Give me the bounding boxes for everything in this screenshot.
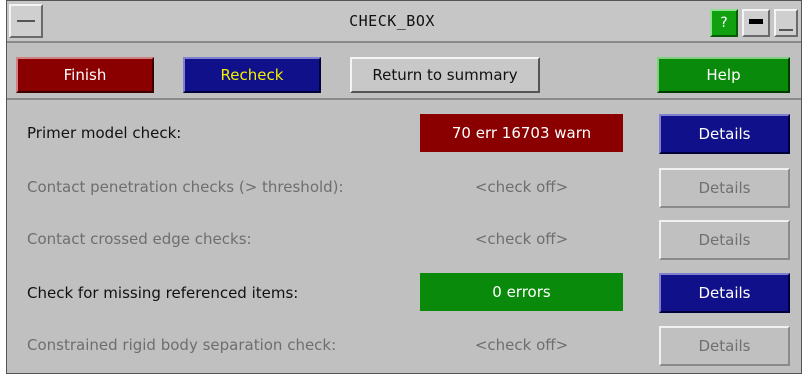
details-button-contact-crossed-edge: Details bbox=[659, 220, 790, 260]
window-title: CHECK_BOX bbox=[349, 12, 435, 30]
help-button[interactable]: Help bbox=[657, 57, 790, 93]
details-button-missing-referenced-items[interactable]: Details bbox=[659, 273, 790, 313]
maximize-icon[interactable] bbox=[774, 9, 798, 37]
details-button-primer-model[interactable]: Details bbox=[659, 114, 790, 154]
toolbar: Finish Recheck Return to summary Help bbox=[7, 45, 801, 100]
check-label-constrained-rigid-body: Constrained rigid body separation check: bbox=[27, 336, 337, 354]
status-badge-missing-referenced-items: 0 errors bbox=[420, 273, 623, 311]
status-constrained-rigid-body: <check off> bbox=[474, 336, 569, 354]
check-label-missing-referenced-items: Check for missing referenced items: bbox=[27, 284, 299, 302]
status-contact-penetration: <check off> bbox=[474, 178, 569, 196]
recheck-button[interactable]: Recheck bbox=[183, 57, 321, 93]
help-icon[interactable]: ? bbox=[710, 9, 738, 37]
title-bar: CHECK_BOX ? bbox=[7, 1, 801, 43]
window-menu-icon[interactable] bbox=[9, 4, 43, 38]
status-badge-primer-model: 70 err 16703 warn bbox=[420, 114, 623, 152]
finish-button[interactable]: Finish bbox=[16, 57, 154, 93]
return-to-summary-button[interactable]: Return to summary bbox=[350, 57, 540, 93]
check-label-primer-model: Primer model check: bbox=[27, 124, 182, 142]
status-contact-crossed-edge: <check off> bbox=[474, 230, 569, 248]
minimize-icon[interactable] bbox=[742, 9, 770, 37]
check-label-contact-penetration: Contact penetration checks (> threshold)… bbox=[27, 178, 344, 196]
details-button-constrained-rigid-body: Details bbox=[659, 326, 790, 366]
check-label-contact-crossed-edge: Contact crossed edge checks: bbox=[27, 230, 252, 248]
check-box-window: CHECK_BOX ? Finish Recheck Return to sum… bbox=[6, 0, 802, 374]
details-button-contact-penetration: Details bbox=[659, 168, 790, 208]
